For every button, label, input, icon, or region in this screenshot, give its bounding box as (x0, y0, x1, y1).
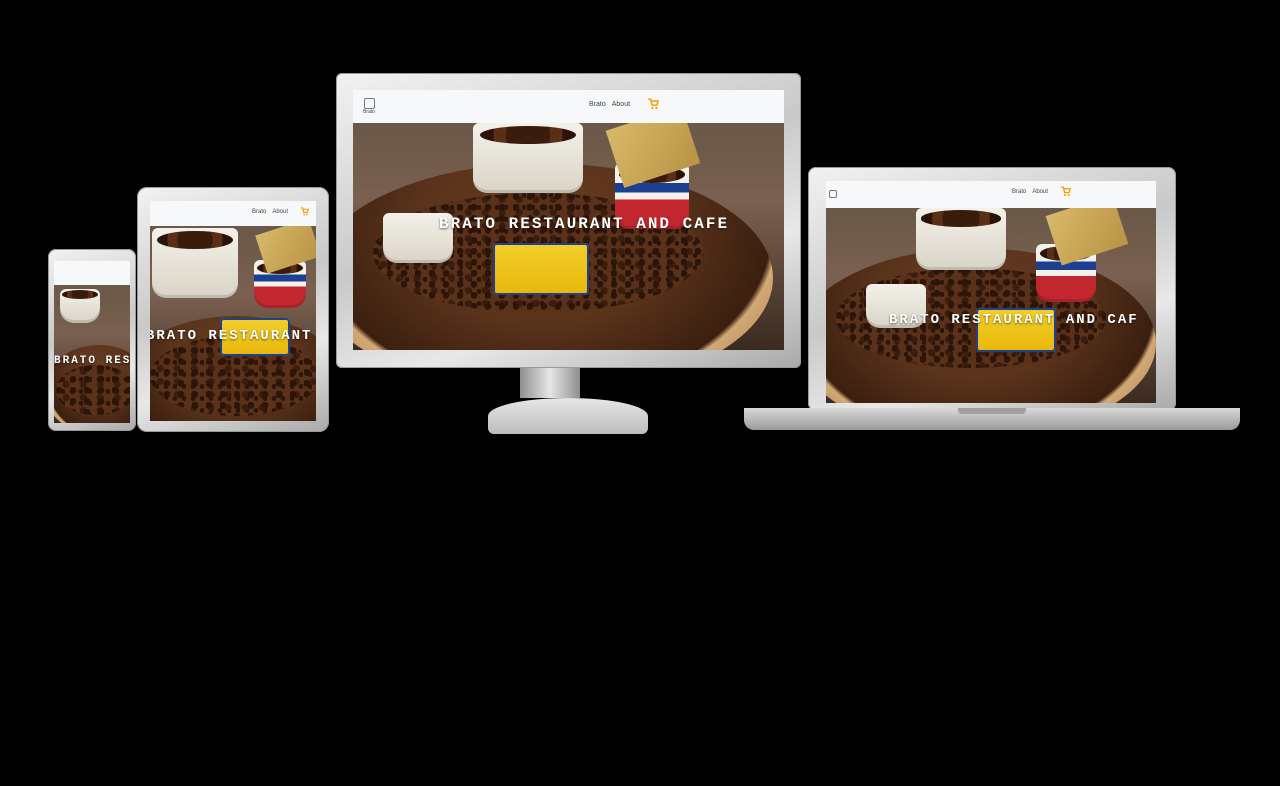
monitor-nav-brato[interactable]: Brato (589, 101, 606, 108)
logo-text: Brato (363, 108, 375, 115)
phone-device: BRATO RESTA (48, 249, 136, 431)
tablet-nav-brato[interactable]: Brato (252, 209, 266, 215)
tablet-cart-icon[interactable] (300, 207, 309, 216)
monitor-device: Brato Brato About BRATO RESTAURANT AND C… (336, 73, 801, 435)
monitor-stand-neck (520, 368, 580, 398)
tablet-header: Brato About (150, 201, 316, 227)
phone-header (54, 261, 130, 286)
tablet-hero-title: BRATO RESTAURANT (150, 328, 313, 344)
phone-hero: BRATO RESTA (54, 285, 130, 423)
laptop-header: Brato About (826, 181, 1156, 209)
laptop-nav: Brato About (1012, 189, 1048, 195)
laptop-logo[interactable] (827, 183, 839, 205)
tablet-device: Brato About BRATO RESTAURANT (137, 187, 329, 432)
tablet-nav: Brato About (252, 209, 288, 215)
tablet-screen: Brato About BRATO RESTAURANT (150, 201, 316, 421)
tablet-nav-about[interactable]: About (272, 209, 288, 215)
laptop-screen: Brato About BRATO RESTAURANT AND CAF (826, 181, 1156, 403)
monitor-hero-title: BRATO RESTAURANT AND CAFE (439, 215, 730, 233)
laptop-device: Brato About BRATO RESTAURANT AND CAF (744, 167, 1240, 432)
monitor-screen: Brato Brato About BRATO RESTAURANT AND C… (353, 90, 784, 350)
laptop-cart-icon[interactable] (1060, 186, 1071, 197)
monitor-logo[interactable]: Brato (359, 94, 379, 118)
monitor-header: Brato Brato About (353, 90, 784, 124)
monitor-stand-base (488, 398, 648, 434)
laptop-hero: BRATO RESTAURANT AND CAF (826, 208, 1156, 403)
monitor-cart-icon[interactable] (647, 98, 659, 110)
laptop-nav-about[interactable]: About (1032, 189, 1048, 195)
monitor-nav: Brato About (589, 101, 630, 108)
laptop-logo-icon (829, 190, 837, 198)
tablet-hero: BRATO RESTAURANT (150, 226, 316, 421)
monitor-nav-about[interactable]: About (612, 101, 630, 108)
logo-icon (363, 97, 375, 109)
phone-hero-title: BRATO RESTA (54, 355, 130, 367)
phone-screen: BRATO RESTA (54, 261, 130, 423)
laptop-hero-title: BRATO RESTAURANT AND CAF (889, 312, 1139, 328)
laptop-nav-brato[interactable]: Brato (1012, 189, 1026, 195)
monitor-hero: BRATO RESTAURANT AND CAFE (353, 123, 784, 350)
laptop-notch (958, 408, 1026, 414)
